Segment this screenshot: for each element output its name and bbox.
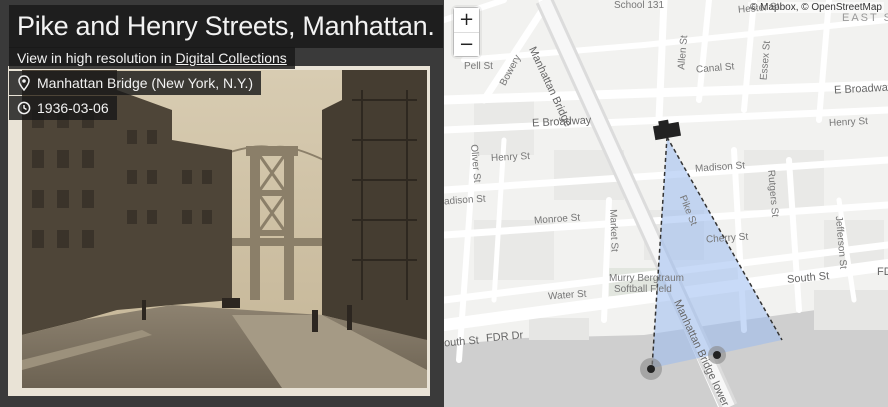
high-resolution-prefix: View in high resolution in [17,50,172,66]
map-label-henry-right: Henry St [828,115,869,130]
date-text: 1936-03-06 [37,100,109,116]
viewer: Pike and Henry Streets, Manhattan. View … [0,0,888,407]
zoom-in-button[interactable]: + [454,8,479,32]
location-tag[interactable]: Manhattan Bridge (New York, N.Y.) [9,71,262,95]
map-label-henry-left: Henry St [490,150,531,165]
map-label-market: Market St [607,208,620,253]
clock-icon [17,100,31,116]
date-tag: 1936-03-06 [9,96,117,120]
photo-panel: Pike and Henry Streets, Manhattan. View … [0,0,444,407]
zoom-out-button[interactable]: − [454,32,479,56]
photo-title: Pike and Henry Streets, Manhattan. [9,5,443,48]
map-label-east: EAST S [842,12,888,24]
map-label-fd: FD [877,266,888,278]
map-label-school: School 131 [614,0,665,11]
map-label-pell: Pell St [464,61,493,72]
zoom-controls: + − [453,7,480,57]
location-text: Manhattan Bridge (New York, N.Y.) [37,75,254,91]
map-pin-icon [17,75,31,92]
map-label-murry: Murry Bergtraum [609,273,685,284]
digital-collections-link[interactable]: Digital Collections [176,50,287,66]
high-resolution-notice: View in high resolution in Digital Colle… [9,47,295,69]
map-label-softball: Softball Field [614,284,672,295]
map[interactable]: + − © Mapbox, © OpenStreetMap School 131… [444,0,888,407]
view-handle-left[interactable] [640,358,662,380]
